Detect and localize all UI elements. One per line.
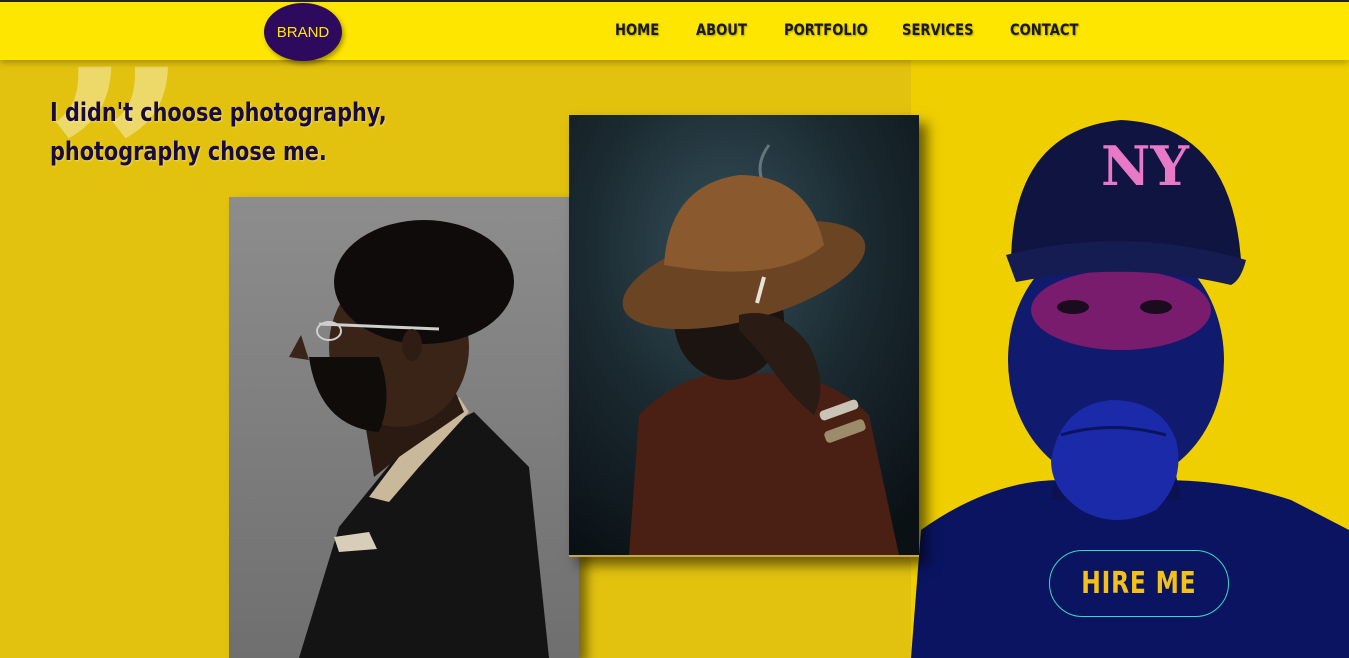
hero-quote-line-1: I didn't choose photography,: [50, 98, 387, 128]
portrait-profile-illustration: [229, 197, 579, 658]
ny-logo-icon: NY: [1101, 134, 1190, 198]
brand-label: BRAND: [276, 23, 330, 41]
brand-logo[interactable]: BRAND: [264, 3, 342, 61]
portrait-photo-hat: [569, 115, 919, 557]
nav-item-home[interactable]: HOME: [615, 20, 659, 39]
navbar: BRAND HOME ABOUT PORTFOLIO SERVICES CONT…: [0, 0, 1349, 61]
portrait-hat-illustration: [569, 115, 919, 555]
nav-item-services[interactable]: SERVICES: [902, 20, 974, 39]
portrait-photo-profile: [229, 197, 579, 658]
nav-item-contact[interactable]: CONTACT: [1010, 20, 1078, 39]
hire-me-button[interactable]: HIRE ME: [1049, 550, 1229, 617]
hire-me-label: HIRE ME: [1081, 566, 1197, 601]
nav-item-about[interactable]: ABOUT: [696, 20, 747, 39]
hero-quote: I didn't choose photography, photography…: [50, 94, 387, 172]
hero-quote-line-2: photography chose me.: [50, 137, 327, 167]
nav-item-portfolio[interactable]: PORTFOLIO: [784, 20, 868, 39]
